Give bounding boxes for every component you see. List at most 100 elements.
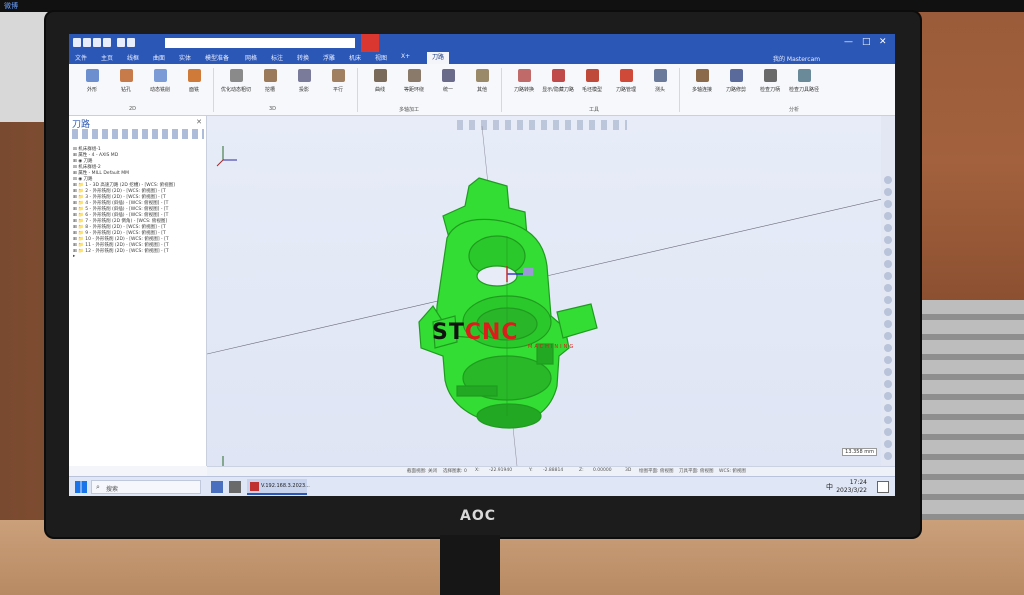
dock-button-icon[interactable]	[884, 212, 892, 220]
ribbon-button[interactable]: 毛坯模型	[575, 69, 609, 105]
ribbon-tab[interactable]: 模型准备	[205, 53, 229, 62]
ribbon-button-icon	[408, 69, 421, 82]
dock-button-icon[interactable]	[884, 200, 892, 208]
dock-button-icon[interactable]	[884, 188, 892, 196]
ribbon-button-label: 外形	[86, 87, 97, 93]
ribbon-tab[interactable]: 网格	[245, 53, 257, 62]
ribbon-button[interactable]: 刀路转换	[507, 69, 541, 105]
windows-taskbar: ⌕ 搜索 V.192.168.3.2023... 中 17:24 2023/3/…	[69, 476, 895, 496]
ribbon-tab[interactable]: 转换	[297, 53, 309, 62]
dock-button-icon[interactable]	[884, 272, 892, 280]
taskbar-clock[interactable]: 17:24 2023/3/22	[836, 479, 867, 495]
ribbon-button[interactable]: 动态铣削	[143, 69, 177, 105]
taskbar-search[interactable]: ⌕ 搜索	[91, 480, 201, 494]
ribbon-tab[interactable]: 视图	[375, 53, 387, 62]
minimize-icon[interactable]: —	[844, 37, 853, 47]
dock-button-icon[interactable]	[884, 260, 892, 268]
ribbon-button[interactable]: 检查刀具路径	[787, 69, 821, 105]
right-dock-bar[interactable]	[881, 116, 895, 466]
dock-button-icon[interactable]	[884, 224, 892, 232]
file-explorer-icon[interactable]	[229, 481, 241, 493]
ribbon-group-label: 分析	[789, 107, 800, 113]
ribbon-tab[interactable]: 线框	[127, 53, 139, 62]
dock-button-icon[interactable]	[884, 344, 892, 352]
ribbon-button-icon	[730, 69, 743, 82]
watermark-logo: STCNC	[432, 320, 519, 345]
ribbon-button-label: 面铣	[188, 87, 199, 93]
ribbon-button[interactable]: 投影	[287, 69, 321, 105]
dock-button-icon[interactable]	[884, 368, 892, 376]
maximize-icon[interactable]: □	[862, 37, 871, 47]
ribbon-tab[interactable]: 浮雕	[323, 53, 335, 62]
taskbar-app-remote[interactable]: V.192.168.3.2023...	[247, 479, 310, 495]
ribbon-button[interactable]: 其他	[465, 69, 499, 105]
dock-button-icon[interactable]	[884, 284, 892, 292]
undo-icon[interactable]	[117, 38, 125, 47]
input-language[interactable]: 中	[826, 482, 833, 492]
dock-button-icon[interactable]	[884, 248, 892, 256]
tree-row[interactable]: ⊞ 📁 12 - 外形铣削 (2D) - [WCS: 俯视图] - [T	[73, 248, 169, 254]
account-label[interactable]: 我的 Mastercam	[773, 54, 820, 63]
ribbon-button-label: 动态铣削	[149, 87, 170, 93]
ribbon-button[interactable]: 等距环绕	[397, 69, 431, 105]
status-item: X:	[475, 468, 480, 473]
ribbon-button[interactable]: 测头	[643, 69, 677, 105]
dock-button-icon[interactable]	[884, 176, 892, 184]
ribbon-button[interactable]: 面铣	[177, 69, 211, 105]
dock-button-icon[interactable]	[884, 416, 892, 424]
dock-button-icon[interactable]	[884, 404, 892, 412]
dock-button-icon[interactable]	[884, 308, 892, 316]
ribbon-tab[interactable]: 实体	[179, 53, 191, 62]
panel-toolbar[interactable]	[72, 129, 204, 139]
save-as-icon[interactable]	[93, 38, 101, 47]
dock-button-icon[interactable]	[884, 440, 892, 448]
save-icon[interactable]	[83, 38, 91, 47]
task-view-icon[interactable]	[211, 481, 223, 493]
ribbon-button[interactable]: 检查刀柄	[753, 69, 787, 105]
ribbon-button[interactable]: 曲线	[363, 69, 397, 105]
ribbon-tab[interactable]: 刀路	[427, 52, 450, 64]
ribbon-button-label: 刀路管理	[615, 87, 636, 93]
dock-button-icon[interactable]	[884, 320, 892, 328]
dock-button-icon[interactable]	[884, 332, 892, 340]
viewport-canvas	[207, 125, 895, 466]
dock-button-icon[interactable]	[884, 296, 892, 304]
dock-button-icon[interactable]	[884, 356, 892, 364]
ribbon-button[interactable]: 平行	[321, 69, 355, 105]
dock-button-icon[interactable]	[884, 392, 892, 400]
ribbon-button[interactable]: 优化动态粗切	[219, 69, 253, 105]
dock-button-icon[interactable]	[884, 380, 892, 388]
ribbon-button[interactable]: 刀路修剪	[719, 69, 753, 105]
graphics-viewport[interactable]: 13.358 mm	[207, 116, 895, 466]
ribbon-tab[interactable]: X+	[401, 53, 410, 60]
print-icon[interactable]	[103, 38, 111, 47]
ribbon-button-label: 检查刀具路径	[788, 87, 819, 93]
dock-button-icon[interactable]	[884, 236, 892, 244]
ribbon-button[interactable]: 显示/隐藏刀路	[541, 69, 575, 105]
ribbon-button[interactable]: 挖槽	[253, 69, 287, 105]
tree-row[interactable]: ▸	[73, 254, 75, 259]
ribbon-tab[interactable]: 机床	[349, 53, 361, 62]
dock-button-icon[interactable]	[884, 428, 892, 436]
ribbon-tab[interactable]: 主页	[101, 53, 113, 62]
windows-start-icon[interactable]	[75, 481, 87, 493]
ribbon-button[interactable]: 刀路管理	[609, 69, 643, 105]
ribbon-button[interactable]: 统一	[431, 69, 465, 105]
view-triad-bottom-left	[222, 456, 224, 466]
ribbon-button[interactable]: 多轴连接	[685, 69, 719, 105]
close-icon[interactable]: ✕	[879, 37, 887, 47]
file-icon[interactable]	[73, 38, 81, 47]
status-item: WCS: 俯视图	[719, 469, 746, 474]
ribbon-button[interactable]: 钻孔	[109, 69, 143, 105]
panel-close-icon[interactable]: ✕	[196, 118, 202, 126]
ribbon-button-label: 投影	[298, 87, 309, 93]
ribbon-tab[interactable]: 文件	[75, 53, 87, 62]
ribbon-tab[interactable]: 标注	[271, 53, 283, 62]
status-item: 3D	[625, 468, 632, 473]
redo-icon[interactable]	[127, 38, 135, 47]
dock-button-icon[interactable]	[884, 452, 892, 460]
notification-icon[interactable]	[877, 481, 889, 493]
status-item: 选择图素: 0	[443, 469, 467, 474]
ribbon-button[interactable]: 外形	[75, 69, 109, 105]
ribbon-tab[interactable]: 曲面	[153, 53, 165, 62]
